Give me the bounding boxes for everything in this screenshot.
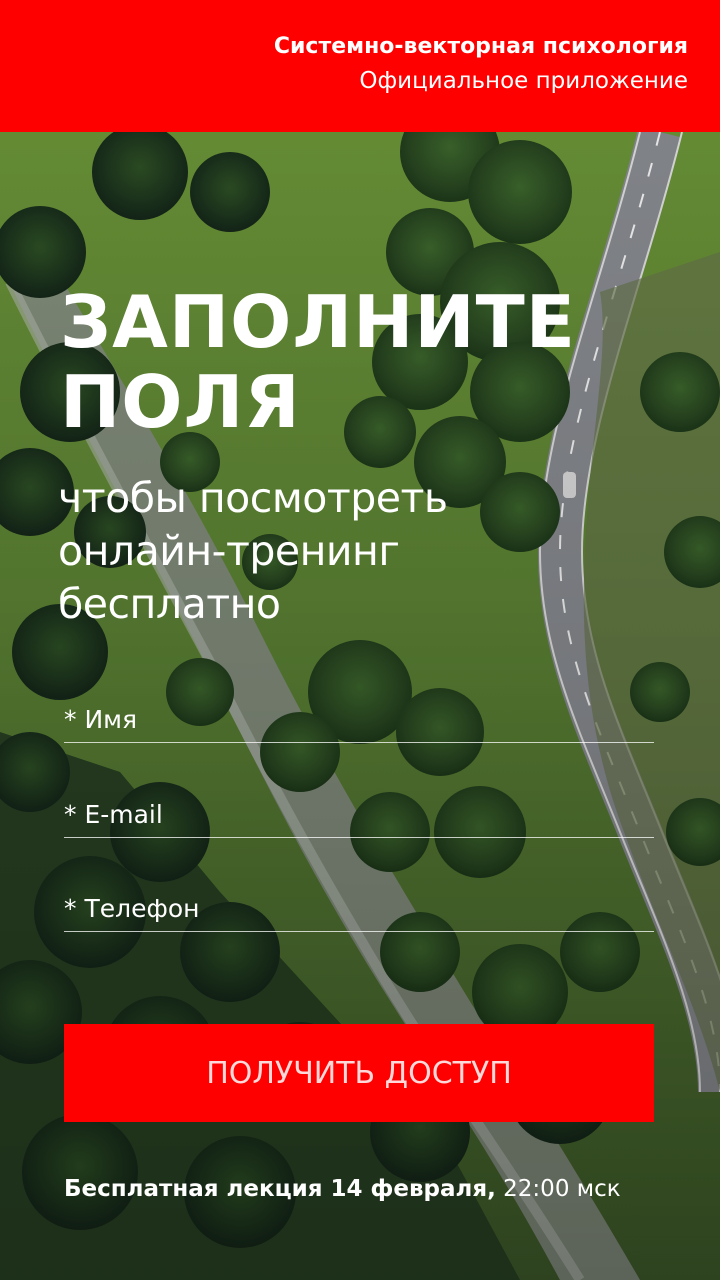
email-field[interactable] <box>64 792 654 838</box>
phone-field[interactable] <box>64 886 654 932</box>
headline-line: ЗАПОЛНИТЕ <box>60 280 576 364</box>
page-subtitle: чтобы посмотреть онлайн-тренинг бесплатн… <box>58 472 448 631</box>
subhead-line: бесплатно <box>58 580 281 628</box>
name-input[interactable] <box>64 697 654 742</box>
subhead-line: чтобы посмотреть <box>58 474 448 522</box>
phone-input[interactable] <box>64 886 654 931</box>
lecture-time-text: 22:00 мск <box>495 1176 621 1202</box>
lecture-info: Бесплатная лекция 14 февраля, 22:00 мск <box>64 1176 621 1202</box>
lecture-date-text: Бесплатная лекция 14 февраля, <box>64 1176 496 1202</box>
name-field[interactable] <box>64 697 654 743</box>
get-access-button[interactable]: ПОЛУЧИТЬ ДОСТУП <box>64 1024 654 1122</box>
header-title: Системно-векторная психология <box>273 34 688 59</box>
subhead-line: онлайн-тренинг <box>58 527 400 575</box>
header-subtitle: Официальное приложение <box>359 68 688 94</box>
page-title: ЗАПОЛНИТЕ ПОЛЯ <box>60 282 576 442</box>
email-input[interactable] <box>64 792 654 837</box>
app-header: Системно-векторная психология Официально… <box>0 0 720 132</box>
signup-form-screen: ЗАПОЛНИТЕ ПОЛЯ чтобы посмотреть онлайн-т… <box>0 0 720 1280</box>
headline-line: ПОЛЯ <box>60 360 301 444</box>
